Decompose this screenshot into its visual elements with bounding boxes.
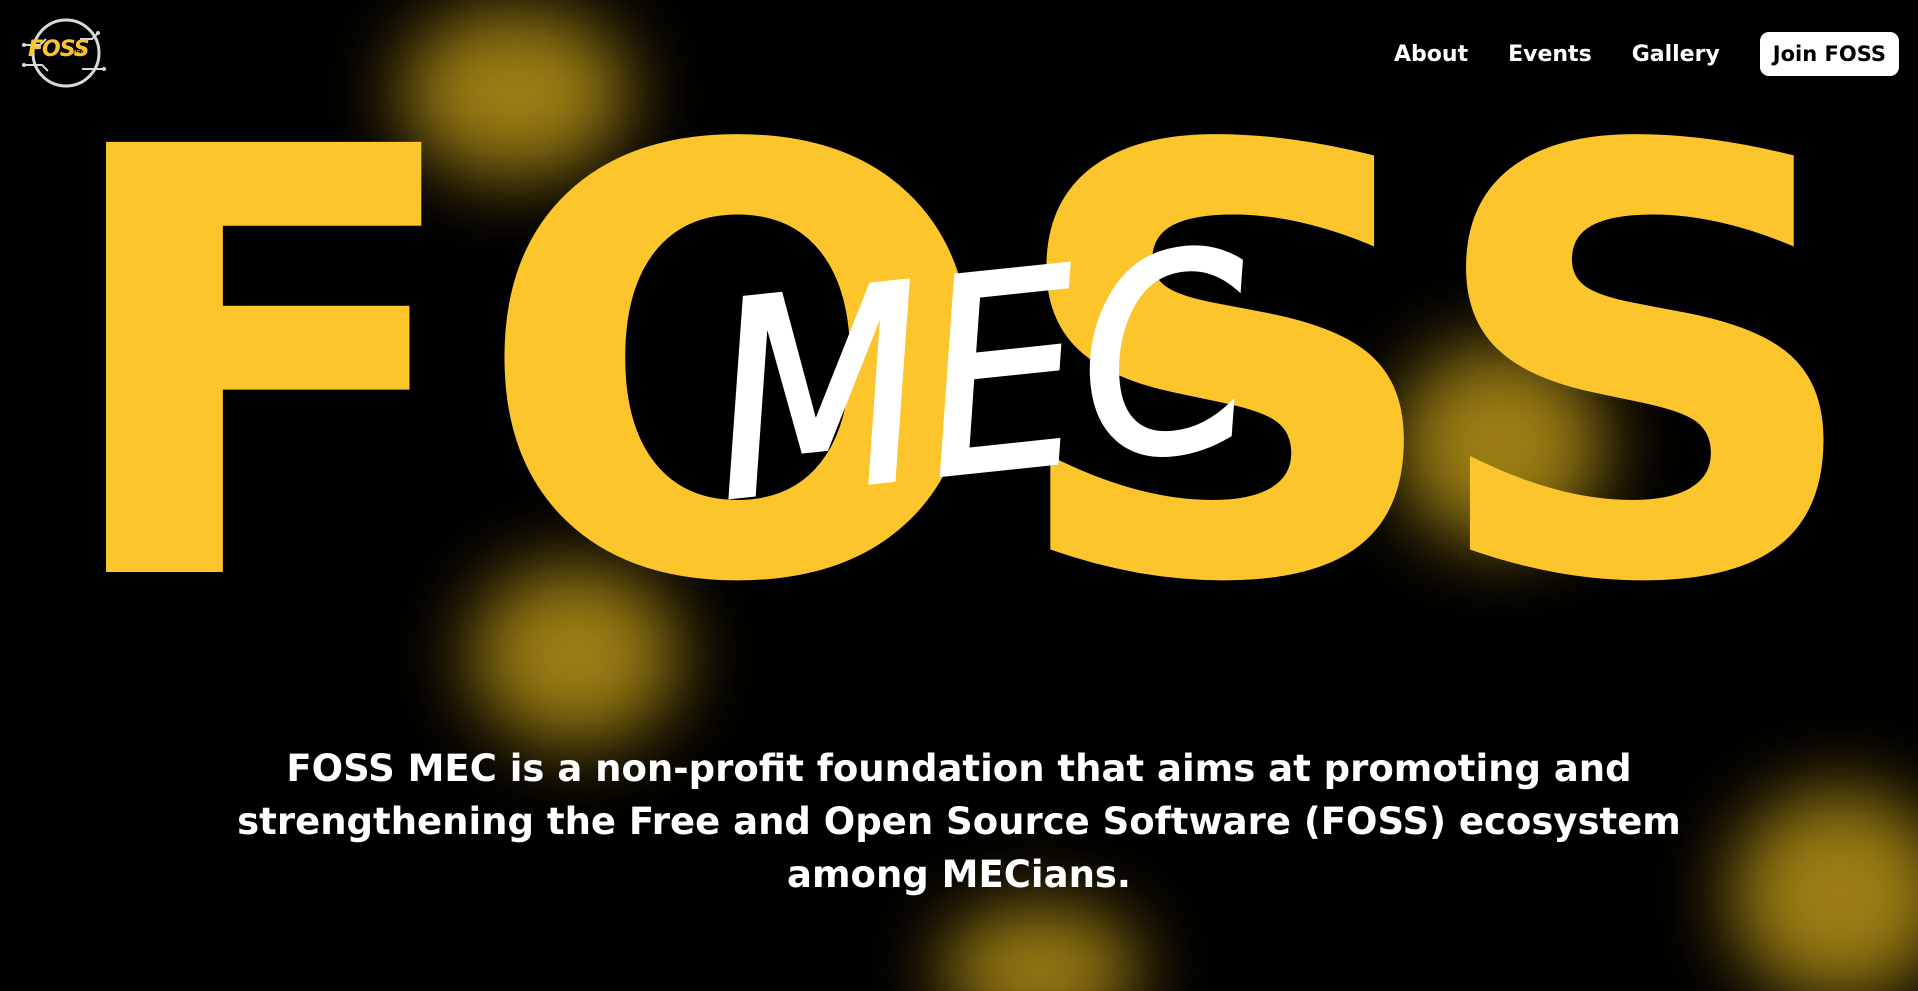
nav-link-about[interactable]: About — [1394, 42, 1468, 67]
hero-overlay-mec: MEC — [698, 192, 1269, 562]
foss-mec-logo[interactable]: FOSS MEC — [20, 15, 108, 90]
top-navbar: FOSS MEC About Events Gallery Join FOSS — [0, 0, 1918, 110]
nav-link-events[interactable]: Events — [1508, 42, 1592, 67]
nav-links: About Events Gallery Join FOSS — [1354, 32, 1899, 76]
logo-subtext: MEC — [70, 49, 86, 57]
hero-description: FOSS MEC is a non-profit foundation that… — [237, 747, 1681, 896]
join-foss-button[interactable]: Join FOSS — [1759, 32, 1899, 76]
nav-link-gallery[interactable]: Gallery — [1632, 42, 1720, 67]
